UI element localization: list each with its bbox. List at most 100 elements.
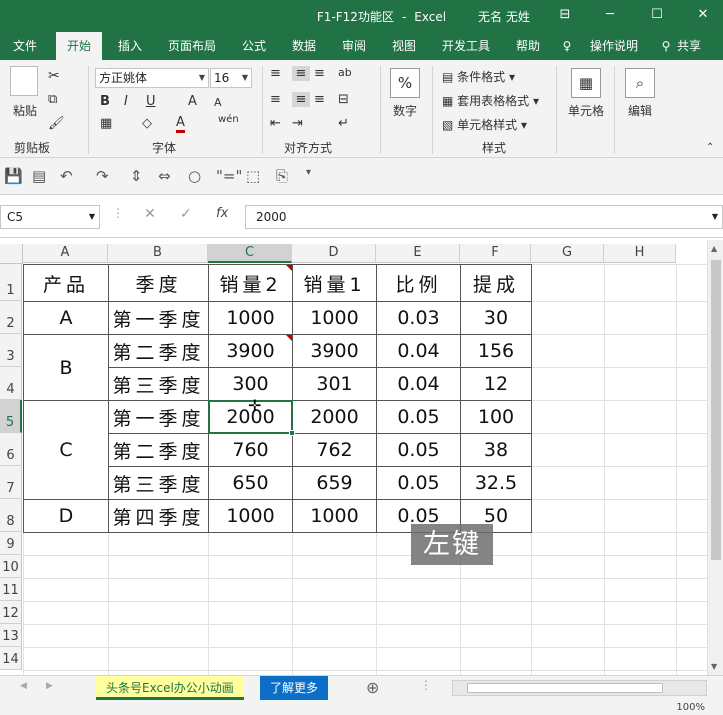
font-name-combo[interactable]: 方正姚体 ▼ — [95, 68, 209, 88]
tell-me-search[interactable]: 操作说明 — [586, 32, 642, 60]
phonetic-button[interactable]: wén — [218, 114, 239, 125]
commission-cell[interactable]: 12 — [460, 367, 532, 401]
align-right-icon[interactable]: ≡ — [314, 92, 325, 107]
conditional-format-button[interactable]: ▤ 条件格式 ▾ — [442, 68, 515, 85]
product-cell[interactable]: A — [23, 301, 109, 335]
table-header-cell[interactable]: 比例 — [376, 264, 461, 302]
format-as-table-button[interactable]: ▦ 套用表格格式 ▾ — [442, 92, 539, 109]
ratio-cell[interactable]: 0.03 — [376, 301, 461, 335]
tab-insert[interactable]: 插入 — [110, 32, 150, 60]
row-header[interactable]: 6 — [0, 433, 22, 466]
table-header-cell[interactable]: 销量1 — [292, 264, 377, 302]
decrease-indent-icon[interactable]: ⇤ — [270, 116, 281, 131]
ratio-cell[interactable]: 0.05 — [376, 466, 461, 500]
ratio-cell[interactable]: 0.04 — [376, 334, 461, 368]
column-header[interactable]: B — [108, 244, 208, 263]
align-left-icon[interactable]: ≡ — [270, 92, 281, 107]
scroll-down-icon[interactable]: ▼ — [711, 662, 717, 671]
distribute-rows-icon[interactable]: ⇕ — [130, 167, 143, 185]
italic-button[interactable]: I — [124, 94, 128, 109]
paste-icon[interactable] — [10, 66, 38, 96]
row-header[interactable]: 4 — [0, 367, 22, 400]
grow-font-button[interactable]: A — [188, 94, 197, 109]
ratio-cell[interactable]: 0.05 — [376, 433, 461, 467]
scroll-thumb[interactable] — [711, 260, 721, 560]
row-header[interactable]: 13 — [0, 624, 22, 647]
next-sheet-icon[interactable]: ▶ — [46, 681, 53, 691]
tab-file[interactable]: 文件 — [4, 32, 46, 60]
sheet-tab-1[interactable]: 头条号Excel办公小动画 — [96, 676, 244, 700]
row-header[interactable]: 7 — [0, 466, 22, 499]
learn-more-tab[interactable]: 了解更多 — [260, 676, 329, 700]
format-painter-icon[interactable]: 🖌 — [48, 116, 65, 131]
table-header-cell[interactable]: 产品 — [23, 264, 109, 302]
product-cell[interactable]: B — [23, 334, 109, 401]
insert-function-button[interactable]: fx — [216, 206, 228, 221]
sales2-cell[interactable]: 650 — [208, 466, 293, 500]
copy-icon[interactable]: ⧉ — [48, 92, 57, 107]
merge-center-icon[interactable]: ⊟ — [338, 92, 349, 107]
select-all-corner[interactable] — [0, 244, 23, 264]
paste-button[interactable]: 粘贴 — [8, 102, 42, 119]
column-header[interactable]: D — [292, 244, 376, 263]
column-header[interactable]: C — [208, 244, 292, 263]
cut-icon[interactable]: ✂ — [48, 68, 60, 84]
scroll-thumb[interactable] — [467, 683, 663, 693]
collapse-ribbon-icon[interactable]: ⌃ — [706, 142, 714, 153]
season-cell[interactable]: 第三季度 — [108, 466, 209, 500]
row-header[interactable]: 9 — [0, 532, 22, 555]
row-header[interactable]: 8 — [0, 499, 22, 532]
bold-button[interactable]: B — [100, 94, 110, 109]
font-size-combo[interactable]: 16 ▼ — [210, 68, 252, 88]
row-header[interactable]: 10 — [0, 555, 22, 578]
column-header[interactable]: F — [460, 244, 531, 263]
ratio-cell[interactable]: 0.04 — [376, 367, 461, 401]
prev-sheet-icon[interactable]: ◀ — [20, 681, 27, 691]
fill-color-icon[interactable]: ◇ — [142, 116, 152, 131]
commission-cell[interactable]: 100 — [460, 400, 532, 434]
fill-handle[interactable] — [289, 430, 295, 436]
font-color-button[interactable]: A — [176, 116, 185, 133]
close-button[interactable]: ✕ — [688, 4, 718, 26]
row-header[interactable]: 1 — [0, 264, 22, 301]
borders-icon[interactable]: ▦ — [100, 116, 112, 131]
zoom-level[interactable]: 100% — [676, 702, 705, 713]
sales2-cell[interactable]: 760 — [208, 433, 293, 467]
scroll-up-icon[interactable]: ▲ — [711, 244, 717, 253]
name-box[interactable]: C5 ▼ — [0, 205, 100, 229]
tab-page-layout[interactable]: 页面布局 — [160, 32, 224, 60]
season-cell[interactable]: 第二季度 — [108, 334, 209, 368]
sales2-cell[interactable]: 1000 — [208, 301, 293, 335]
tab-formulas[interactable]: 公式 — [234, 32, 274, 60]
ribbon-display-icon[interactable]: ⊟ — [550, 4, 580, 26]
horizontal-scrollbar[interactable] — [452, 680, 707, 696]
cells-button[interactable]: ▦ 单元格 — [564, 68, 608, 119]
cell-styles-button[interactable]: ▧ 单元格样式 ▾ — [442, 116, 527, 133]
circle-icon[interactable]: ○ — [188, 167, 201, 185]
align-center-icon[interactable]: ≡ — [292, 92, 310, 107]
table-header-cell[interactable]: 提成 — [460, 264, 532, 302]
minimize-button[interactable]: ─ — [595, 4, 625, 26]
editing-button[interactable]: ⌕ 编辑 — [622, 68, 658, 119]
save-as-icon[interactable]: ⎘ — [276, 167, 288, 185]
row-header[interactable]: 2 — [0, 301, 22, 334]
enter-icon[interactable]: ✓ — [180, 206, 192, 222]
shrink-font-button[interactable]: A — [214, 96, 222, 109]
tab-data[interactable]: 数据 — [284, 32, 324, 60]
undo-icon[interactable]: ↶ — [60, 167, 73, 185]
season-cell[interactable]: 第四季度 — [108, 499, 209, 533]
season-cell[interactable]: 第二季度 — [108, 433, 209, 467]
product-cell[interactable]: D — [23, 499, 109, 533]
share-button[interactable]: 共享 — [674, 32, 704, 60]
commission-cell[interactable]: 30 — [460, 301, 532, 335]
tab-developer[interactable]: 开发工具 — [434, 32, 498, 60]
sales1-cell[interactable]: 762 — [292, 433, 377, 467]
column-header[interactable]: E — [376, 244, 460, 263]
sales1-cell[interactable]: 1000 — [292, 499, 377, 533]
maximize-button[interactable]: ☐ — [642, 4, 672, 26]
row-header[interactable]: 14 — [0, 647, 22, 670]
season-cell[interactable]: 第三季度 — [108, 367, 209, 401]
ratio-cell[interactable]: 0.05 — [376, 400, 461, 434]
column-header[interactable]: G — [531, 244, 604, 263]
sales2-cell[interactable]: 1000 — [208, 499, 293, 533]
